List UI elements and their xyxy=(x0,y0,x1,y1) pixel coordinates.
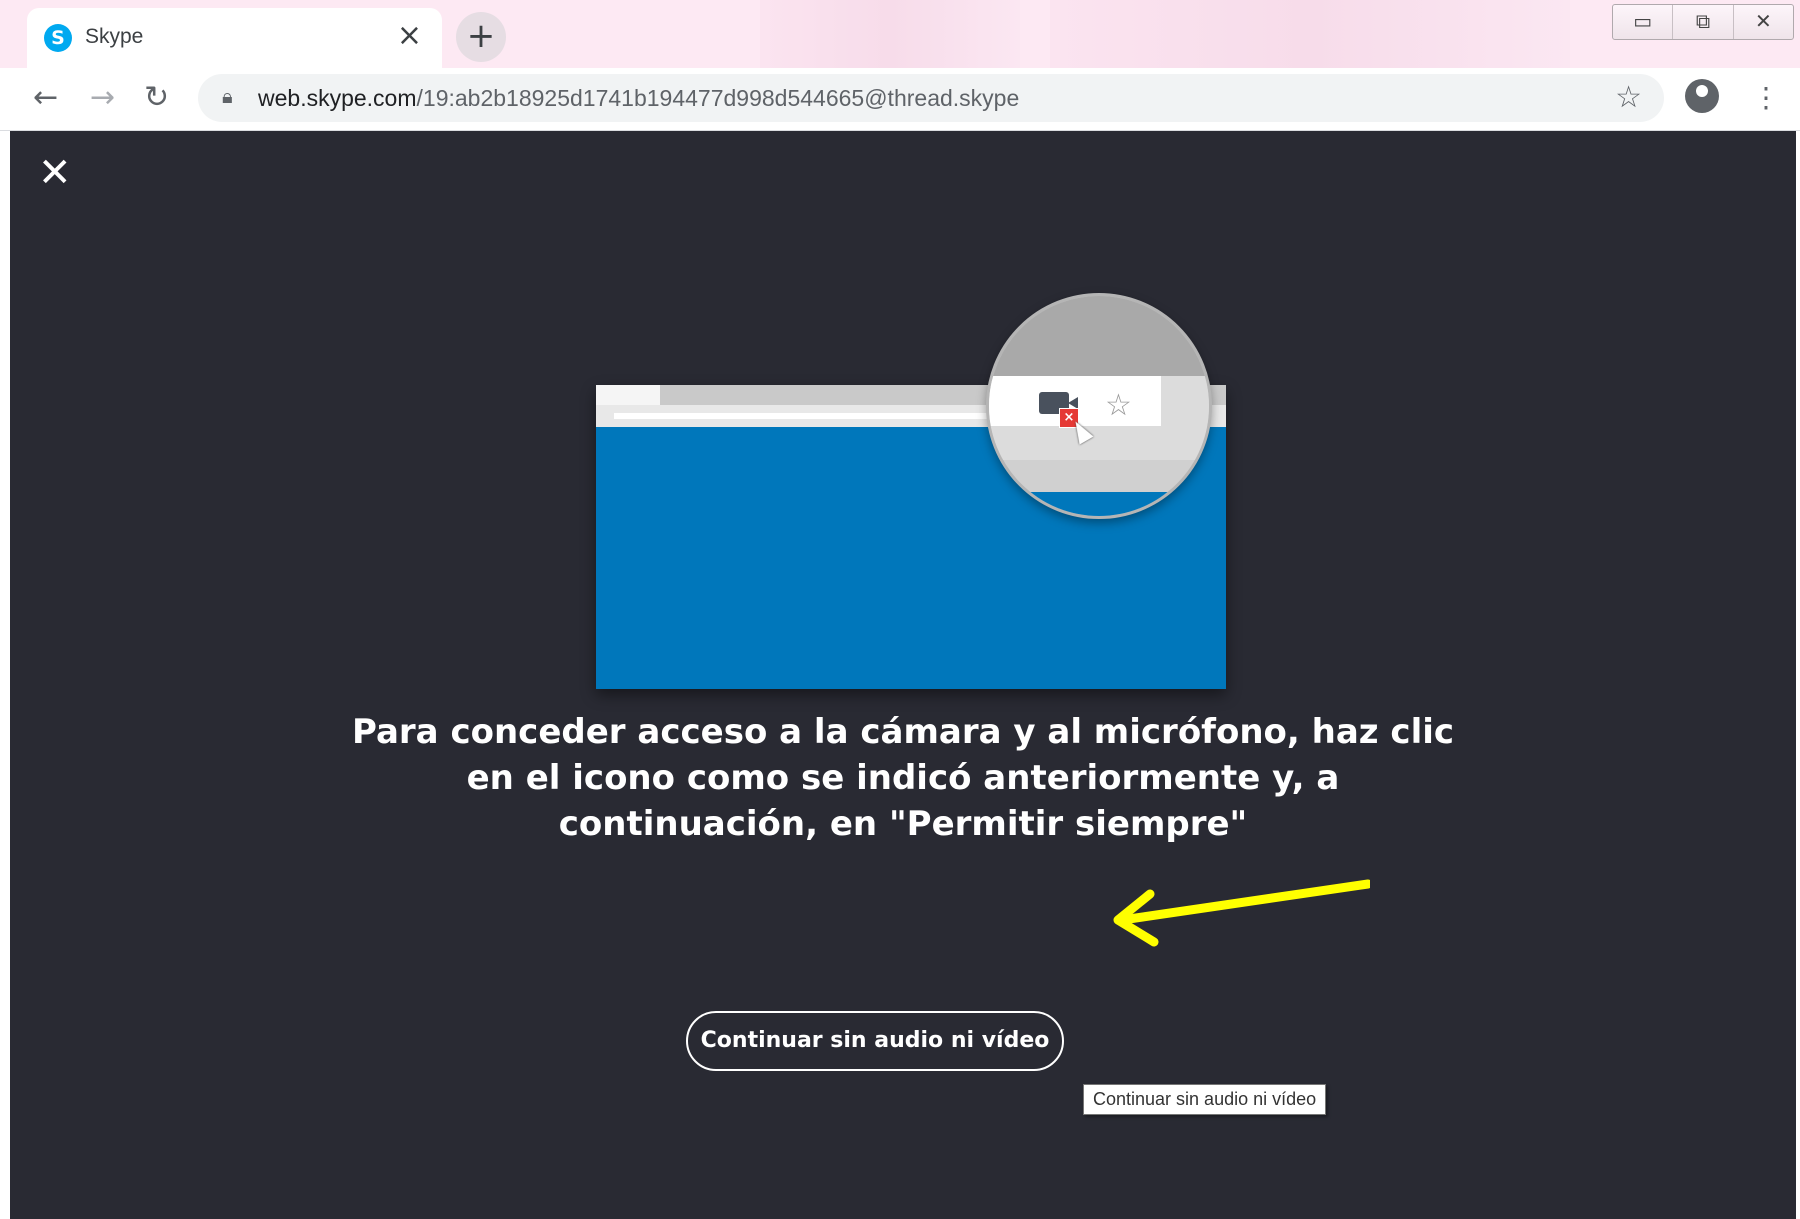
permission-illustration: × ☆ xyxy=(586,293,1266,693)
permission-overlay: ✕ × ☆ Para conceder acceso a la cámara y… xyxy=(10,131,1796,1219)
minimize-button[interactable]: ▭ xyxy=(1613,5,1674,39)
browser-title-bar: S Skype × + ▭ ⧉ ✕ xyxy=(0,0,1800,70)
browser-tab-skype[interactable]: S Skype × xyxy=(27,8,442,70)
browser-toolbar: ← → ↻ 🔒︎ web.skype.com/19:ab2b18925d1741… xyxy=(0,68,1800,131)
window-close-button[interactable]: ✕ xyxy=(1734,5,1793,39)
blurred-background-window xyxy=(1050,0,1570,68)
skype-logo-icon: S xyxy=(44,24,72,52)
overlay-close-icon[interactable]: ✕ xyxy=(38,153,72,193)
back-arrow-icon[interactable]: ← xyxy=(33,78,58,118)
tab-close-icon[interactable]: × xyxy=(397,21,422,51)
bookmark-star-icon[interactable]: ☆ xyxy=(1615,80,1642,115)
address-bar[interactable]: 🔒︎ web.skype.com/19:ab2b18925d1741b19447… xyxy=(198,74,1664,122)
permission-instructions: Para conceder acceso a la cámara y al mi… xyxy=(351,712,1455,844)
lock-icon[interactable]: 🔒︎ xyxy=(222,84,233,108)
url-path: /19:ab2b18925d1741b194477d998d544665@thr… xyxy=(416,85,1020,111)
restore-button[interactable]: ⧉ xyxy=(1673,5,1734,39)
button-tooltip: Continuar sin audio ni vídeo xyxy=(1083,1084,1327,1115)
continue-button-label: Continuar sin audio ni vídeo xyxy=(700,1028,1050,1053)
tab-title: Skype xyxy=(85,25,144,48)
url-host: web.skype.com xyxy=(258,85,417,111)
continue-without-audio-video-button[interactable]: Continuar sin audio ni vídeo xyxy=(686,1011,1064,1071)
browser-menu-icon[interactable]: ⋮ xyxy=(1752,78,1780,118)
blurred-background-window xyxy=(760,0,1020,68)
star-icon: ☆ xyxy=(1105,388,1132,423)
window-controls: ▭ ⧉ ✕ xyxy=(1612,4,1794,40)
url-text[interactable]: web.skype.com/19:ab2b18925d1741b194477d9… xyxy=(258,85,1019,112)
illustration-magnifier: × ☆ xyxy=(986,293,1212,519)
profile-avatar-icon[interactable] xyxy=(1685,79,1719,113)
yellow-annotation-arrow-icon xyxy=(1113,879,1370,947)
forward-arrow-icon[interactable]: → xyxy=(90,78,115,118)
new-tab-button[interactable]: + xyxy=(456,12,506,62)
reload-icon[interactable]: ↻ xyxy=(144,78,169,118)
